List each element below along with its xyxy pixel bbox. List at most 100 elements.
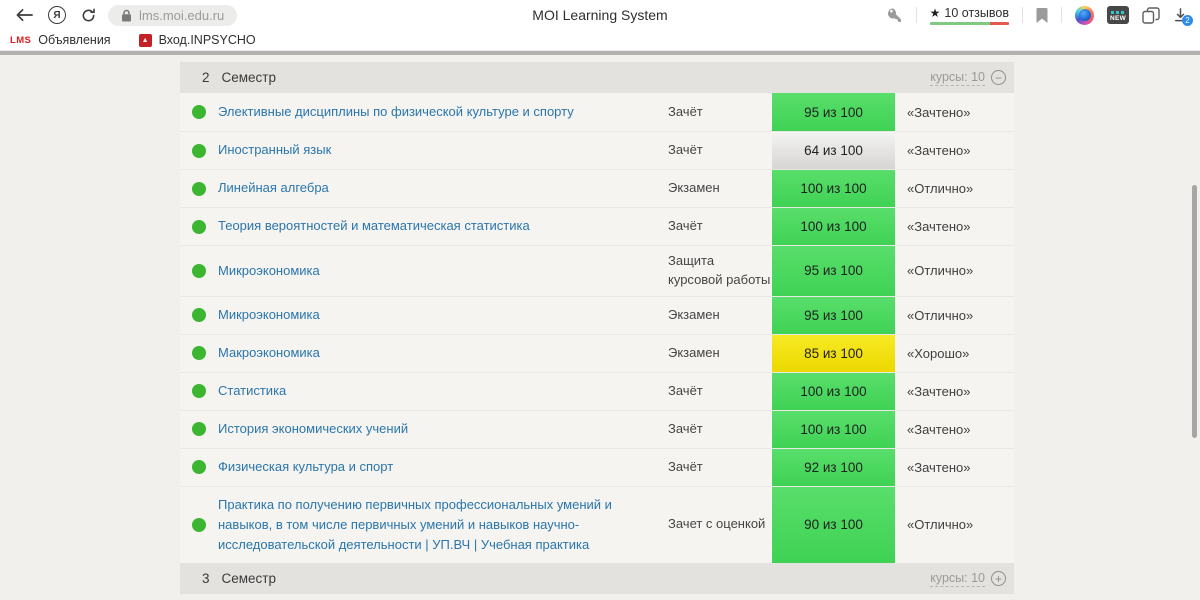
course-link[interactable]: Статистика	[218, 381, 286, 401]
semester-header-2: 2 Семестр курсы: 10 −	[180, 62, 1014, 93]
status-dot-icon	[192, 384, 206, 399]
status-dot-icon	[192, 308, 206, 323]
score-badge: 100 из 100	[772, 410, 895, 448]
score-badge: 95 из 100	[772, 246, 895, 296]
exam-type: Зачет с оценкой	[668, 516, 766, 532]
grade-text: «Зачтено»	[907, 383, 971, 399]
back-button[interactable]	[16, 8, 33, 22]
status-cell	[180, 449, 218, 486]
score-badge: 92 из 100	[772, 448, 895, 486]
refresh-button[interactable]	[81, 8, 96, 23]
reviews-rating[interactable]: ★ 10 отзывов	[929, 5, 1009, 25]
semester-number: 2	[202, 70, 210, 85]
yandex-icon[interactable]: Я	[48, 6, 66, 24]
table-row: История экономических учений Зачёт 100 и…	[180, 409, 1014, 448]
grade-text: «Хорошо»	[907, 345, 970, 361]
grade-text: «Отлично»	[907, 307, 974, 323]
table-row: Микроэкономика Защита курсовой работы 95…	[180, 245, 1014, 296]
status-dot-icon	[192, 460, 206, 475]
status-cell	[180, 373, 218, 410]
course-link[interactable]: Микроэкономика	[218, 305, 320, 325]
exam-type: Зачёт	[668, 382, 703, 398]
status-dot-icon	[192, 219, 206, 234]
status-cell	[180, 411, 218, 448]
table-row: Практика по получению первичных професси…	[180, 485, 1014, 564]
bookmark-label: Объявления	[38, 33, 111, 47]
rating-bar	[929, 21, 1009, 25]
exam-type: Зачёт	[668, 420, 703, 436]
exam-type: Экзамен	[668, 180, 720, 196]
course-link[interactable]: Макроэкономика	[218, 343, 320, 363]
status-dot-icon	[192, 143, 206, 158]
password-manager-icon[interactable]	[886, 7, 903, 23]
score-badge: 64 из 100	[772, 132, 895, 169]
new-badge: NEW	[1109, 14, 1127, 22]
courses-count-link[interactable]: курсы: 10	[930, 70, 985, 86]
status-cell	[180, 335, 218, 372]
lms-favicon: LMS	[10, 34, 32, 46]
expand-icon[interactable]: +	[991, 571, 1006, 587]
course-link[interactable]: Элективные дисциплины по физической куль…	[218, 102, 574, 122]
download-count-badge: 2	[1182, 15, 1193, 26]
status-cell	[180, 132, 218, 169]
course-cell: Физическая культура и спорт	[218, 449, 668, 486]
status-cell	[180, 487, 218, 563]
exam-type: Экзамен	[668, 344, 720, 360]
divider	[1061, 7, 1062, 23]
course-cell: Микроэкономика	[218, 246, 668, 296]
table-row: Статистика Зачёт 100 из 100 «Зачтено»	[180, 371, 1014, 410]
score-badge: 95 из 100	[772, 93, 895, 131]
exam-type: Зачёт	[668, 142, 703, 158]
course-link[interactable]: Иностранный язык	[218, 140, 331, 160]
score-badge: 95 из 100	[772, 296, 895, 334]
grade-text: «Зачтено»	[907, 421, 971, 437]
status-dot-icon	[192, 346, 206, 361]
extension-sphere-icon[interactable]	[1075, 5, 1094, 25]
semester-number: 3	[202, 571, 210, 587]
table-row: Макроэкономика Экзамен 85 из 100 «Хорошо…	[180, 333, 1014, 372]
grade-text: «Зачтено»	[907, 143, 971, 158]
status-cell	[180, 93, 218, 131]
video-extension-new-icon[interactable]: NEW	[1107, 6, 1129, 24]
reviews-label: 10 отзывов	[944, 5, 1009, 20]
course-link[interactable]: Микроэкономика	[218, 261, 320, 281]
grades-table: 2 Семестр курсы: 10 − Элективные дисципл…	[180, 62, 1014, 595]
url-text: lms.moi.edu.ru	[139, 7, 225, 23]
browser-toolbar: MOI Learning System Я lms.moi.edu.ru ★ 1…	[0, 0, 1200, 30]
course-rows: Элективные дисциплины по физической куль…	[180, 93, 1014, 564]
status-cell	[180, 208, 218, 245]
address-bar[interactable]: lms.moi.edu.ru	[108, 4, 238, 26]
course-cell: Микроэкономика	[218, 297, 668, 334]
course-cell: Линейная алгебра	[218, 170, 668, 207]
course-link[interactable]: Практика по получению первичных професси…	[218, 495, 650, 555]
course-link[interactable]: История экономических учений	[218, 419, 408, 439]
collections-tabs-icon[interactable]	[1142, 6, 1160, 24]
bookmark-inpsycho[interactable]: ▲ Вход.INPSYCHO	[138, 33, 256, 47]
table-row: Линейная алгебра Экзамен 100 из 100 «Отл…	[180, 169, 1014, 207]
exam-type: Зачёт	[668, 218, 703, 234]
table-row: Иностранный язык Зачёт 64 из 100 «Зачтен…	[180, 131, 1014, 169]
bookmark-icon[interactable]	[1036, 7, 1048, 23]
scrollbar-thumb[interactable]	[1192, 185, 1197, 438]
course-cell: Иностранный язык	[218, 132, 668, 169]
score-badge: 100 из 100	[772, 170, 895, 207]
course-link[interactable]: Физическая культура и спорт	[218, 457, 393, 477]
divider	[1022, 7, 1023, 23]
collapse-icon[interactable]: −	[991, 70, 1006, 85]
course-link[interactable]: Теория вероятностей и математическая ста…	[218, 216, 530, 236]
divider	[915, 7, 917, 23]
inpsycho-favicon: ▲	[138, 33, 152, 47]
course-link[interactable]: Линейная алгебра	[218, 178, 329, 198]
downloads-button[interactable]: 2	[1173, 7, 1193, 26]
exam-type: Экзамен	[668, 306, 720, 322]
bookmark-announcements[interactable]: LMS Объявления	[10, 33, 111, 47]
star-icon: ★	[929, 5, 941, 20]
course-cell: Статистика	[218, 373, 668, 410]
grade-text: «Отлично»	[907, 181, 974, 196]
semester-label: Семестр	[221, 70, 277, 85]
table-row: Микроэкономика Экзамен 95 из 100 «Отличн…	[180, 295, 1014, 334]
score-badge: 85 из 100	[772, 334, 895, 372]
semester-header-3: 3 Семестр курсы: 10 +	[180, 563, 1014, 595]
status-cell	[180, 170, 218, 207]
courses-count-link[interactable]: курсы: 10	[930, 571, 985, 587]
